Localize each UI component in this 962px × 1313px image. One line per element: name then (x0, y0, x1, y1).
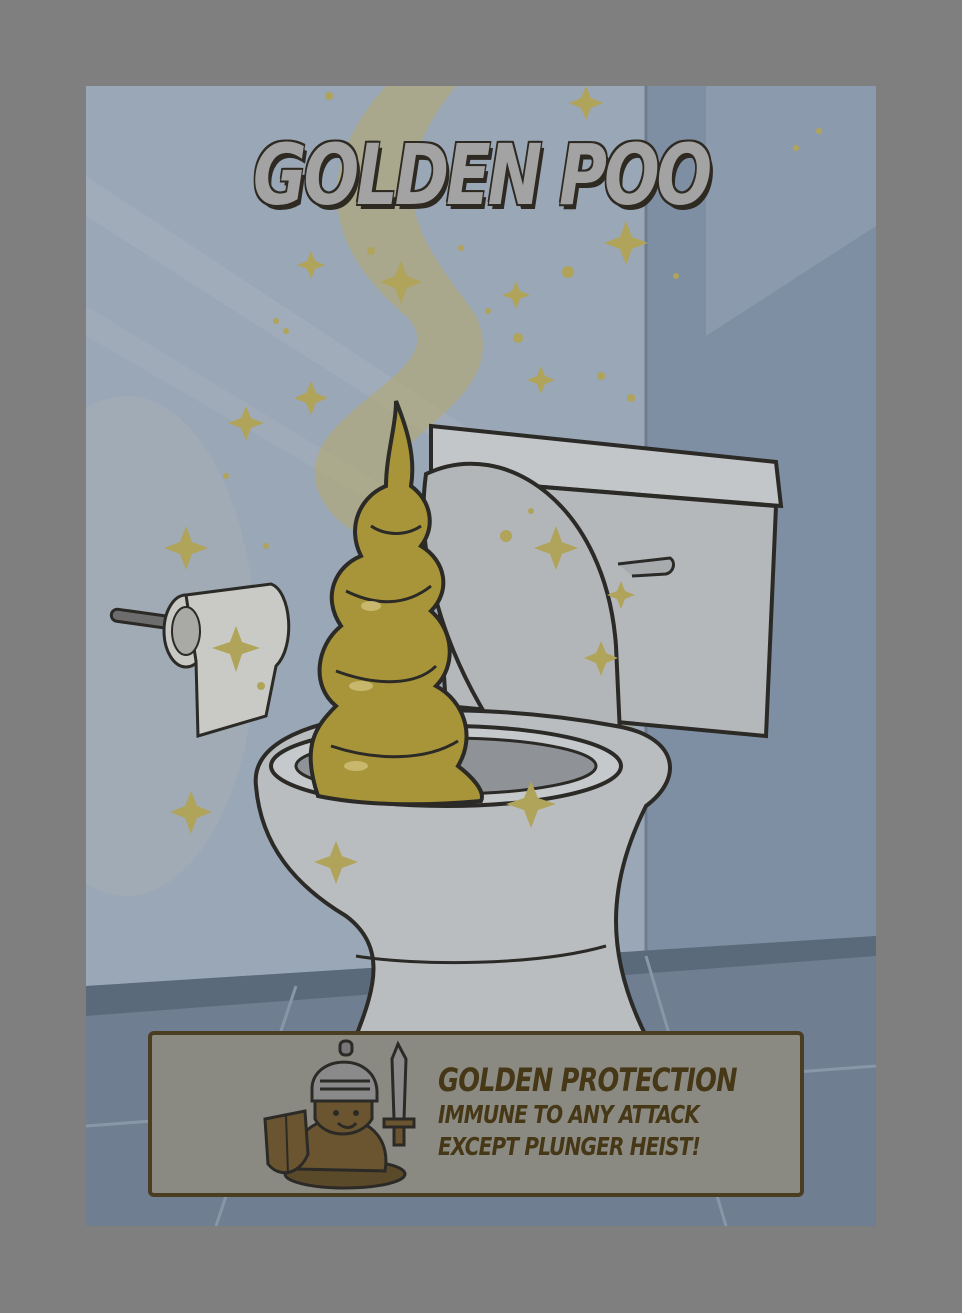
card-title: GOLDEN POO (252, 126, 712, 224)
ability-text: GOLDEN PROTECTION IMMUNE TO ANY ATTACK E… (438, 1061, 738, 1163)
knight-poo-icon (263, 1039, 416, 1190)
ability-panel: GOLDEN PROTECTION IMMUNE TO ANY ATTACK E… (148, 1031, 804, 1197)
game-card: GOLDEN POO GOLDEN PROTECTION IMMUNE TO A… (86, 86, 876, 1226)
ability-name: GOLDEN PROTECTION (438, 1061, 738, 1099)
ability-description-line1: IMMUNE TO ANY ATTACK (438, 1100, 700, 1129)
ability-description-line2: EXCEPT PLUNGER HEIST! (438, 1132, 701, 1161)
